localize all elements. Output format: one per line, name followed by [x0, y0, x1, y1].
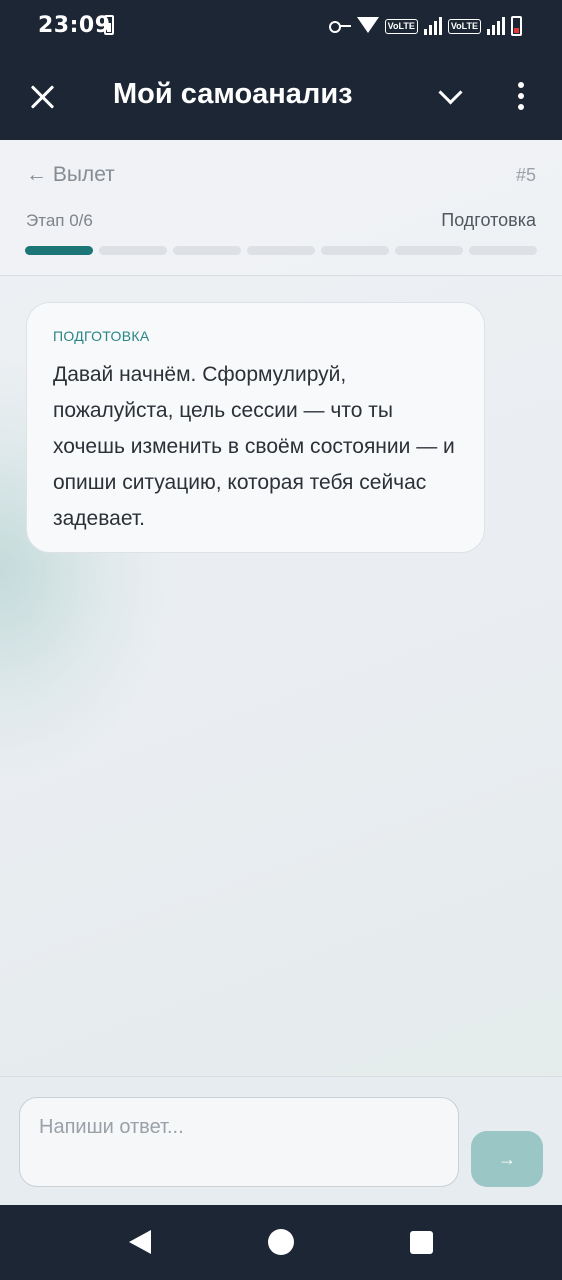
progress-segment	[25, 246, 93, 255]
stage-label: Этап 0/6	[26, 211, 93, 230]
volte-badge-1: VoLTE	[384, 18, 418, 34]
volte-badge-2: VoLTE	[447, 18, 481, 34]
nav-home-icon[interactable]	[268, 1229, 294, 1255]
progress-segment	[469, 246, 537, 255]
wifi-icon	[356, 17, 379, 35]
status-time: 23:09	[38, 13, 111, 38]
battery-icon	[511, 16, 522, 36]
nav-recents-icon[interactable]	[410, 1231, 433, 1254]
stage-name: Подготовка	[441, 210, 536, 230]
status-icons: VoLTE VoLTE	[328, 14, 522, 38]
session-header: ← Вылет #5 Этап 0/6 Подготовка	[0, 140, 562, 276]
more-vert-icon[interactable]	[516, 82, 526, 112]
app-bar: Мой самоанализ	[0, 52, 562, 140]
message-text: Давай начнём. Сформулируй, пожалуйста, ц…	[53, 363, 455, 530]
progress-segment	[395, 246, 463, 255]
signal-icon-1	[423, 17, 442, 35]
input-bar: →	[0, 1076, 562, 1205]
vpn-key-icon	[328, 20, 351, 33]
status-bar: 23:09 VoLTE VoLTE	[0, 0, 562, 52]
close-icon[interactable]	[30, 84, 56, 110]
stage-progress	[25, 246, 537, 255]
progress-segment	[173, 246, 241, 255]
nav-back-icon[interactable]	[129, 1230, 151, 1254]
progress-segment	[321, 246, 389, 255]
chat-content: ← Вылет #5 Этап 0/6 Подготовка ПОДГОТОВК…	[0, 140, 562, 1205]
signal-icon-2	[487, 17, 505, 35]
system-nav-bar	[0, 1205, 562, 1280]
battery-saver-icon	[104, 15, 114, 35]
chevron-down-icon[interactable]	[438, 82, 464, 108]
progress-segment	[99, 246, 167, 255]
message-tag: ПОДГОТОВКА	[53, 328, 150, 344]
page-title: Мой самоанализ	[113, 78, 353, 110]
progress-segment	[247, 246, 315, 255]
session-number: #5	[515, 165, 536, 185]
send-button[interactable]: →	[471, 1131, 543, 1187]
back-link[interactable]: ← Вылет	[26, 163, 115, 187]
assistant-message: ПОДГОТОВКА Давай начнём. Сформулируй, по…	[26, 302, 485, 553]
answer-input[interactable]	[19, 1097, 459, 1187]
